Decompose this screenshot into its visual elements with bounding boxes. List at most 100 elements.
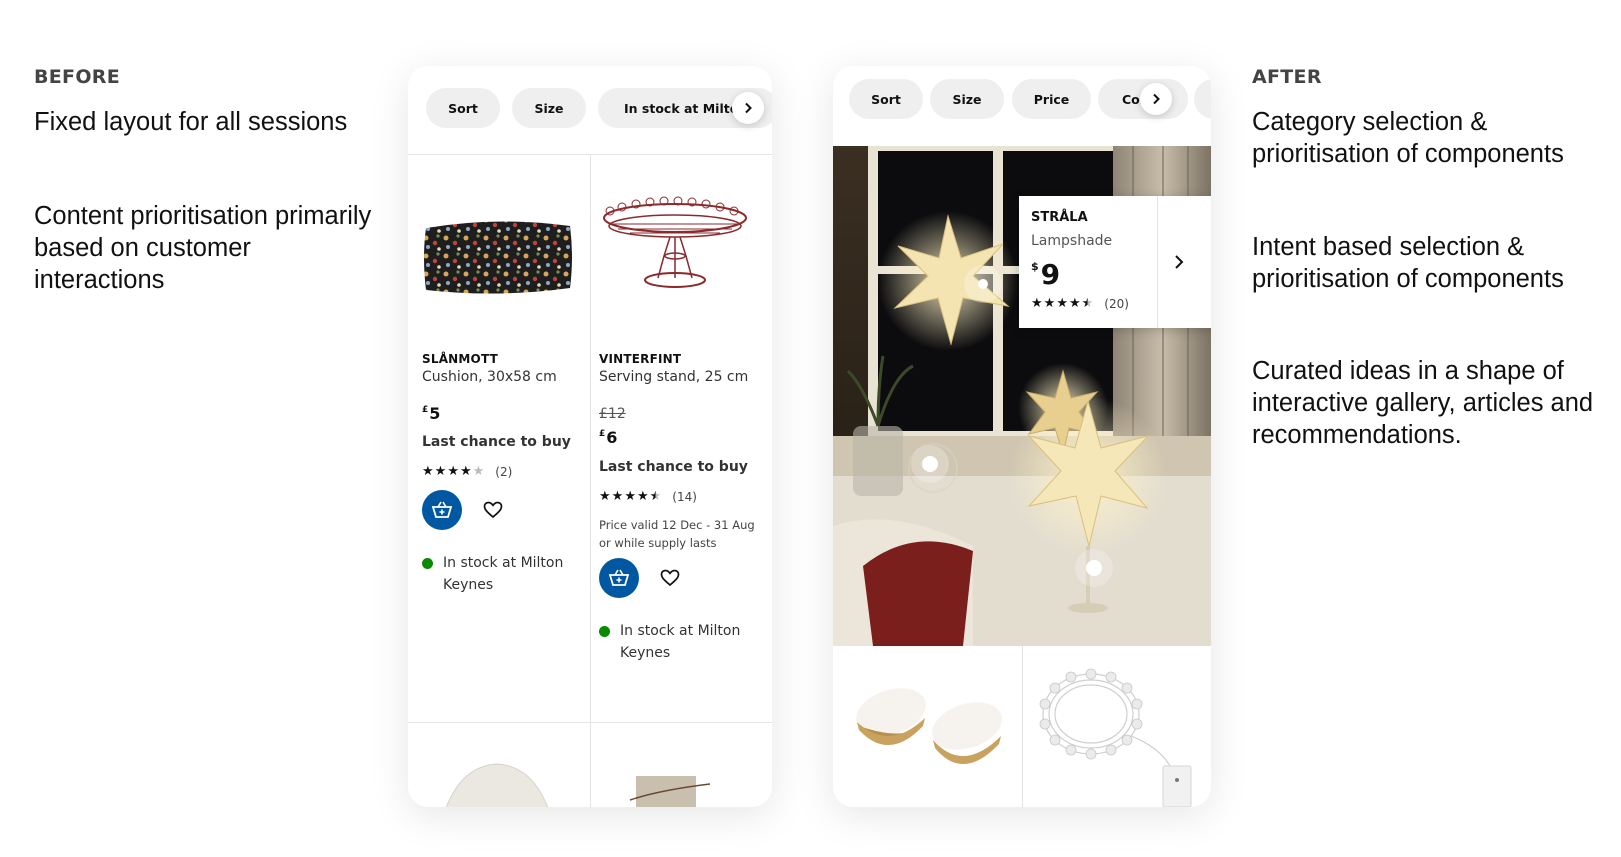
product-actions (599, 558, 681, 598)
in-stock-dot-icon (599, 626, 610, 637)
product-price: £5 (422, 404, 440, 423)
hotspot-dot-icon (1086, 560, 1102, 576)
before-text-prioritisation: Content prioritisation primarily based o… (34, 202, 372, 294)
rating-stars: ★ ★ ★ ★ ★ (2) (422, 464, 512, 479)
stock-text: In stock at Milton Keynes (620, 623, 741, 661)
stock-status: In stock at Milton Keynes (422, 552, 582, 596)
star-full-icon: ★ (434, 464, 447, 479)
product-description: Serving stand, 25 cm (599, 369, 749, 385)
after-text-curated: Curated ideas in a shape of interactive … (1252, 357, 1594, 449)
review-count: (14) (672, 489, 697, 504)
star-full-icon: ★ (447, 464, 459, 479)
product-card-cushion[interactable]: SLÅNMOTT Cushion, 30x58 cm (422, 352, 592, 385)
stock-status: In stock at Milton Keynes (599, 620, 759, 664)
currency-symbol: £ (422, 405, 429, 415)
old-price: £12 (599, 406, 626, 422)
filter-chip-bar: Sort Size In stock at Milton es (408, 66, 772, 154)
heart-icon (660, 569, 680, 587)
filter-chip-price[interactable]: Price (1012, 79, 1091, 119)
stock-text: In stock at Milton Keynes (443, 555, 564, 593)
filter-chip-sort[interactable]: Sort (426, 88, 500, 128)
star-full-icon: ★ (611, 489, 624, 504)
product-description: Cushion, 30x58 cm (422, 369, 557, 385)
filter-chip-stock-label: In stock at Milton (624, 100, 748, 116)
product-brand: SLÅNMOTT (422, 352, 499, 366)
product-image-partial[interactable] (620, 772, 720, 807)
star-full-icon: ★ (599, 489, 611, 504)
chevron-right-icon (1175, 255, 1184, 269)
grid-divider (408, 722, 772, 723)
star-full-icon: ★ (422, 464, 434, 479)
star-full-icon: ★ (1068, 296, 1081, 311)
product-image-cushion[interactable] (422, 216, 574, 298)
hotspot-marker-strala[interactable] (964, 265, 1002, 303)
product-price: $9 (1031, 258, 1060, 291)
interactive-gallery-image[interactable]: STRÅLA Lampshade $9 ★ ★ ★ ★ ★ (20) (833, 146, 1211, 646)
hotspot-dot-icon (922, 456, 938, 472)
filter-scroll-right-button[interactable] (1140, 83, 1172, 115)
price-value: 9 (1040, 258, 1061, 291)
rating-stars: ★ ★ ★ ★ ★ (20) (1031, 296, 1129, 311)
recommendation-thumb-lampshades[interactable] (845, 678, 1013, 778)
price-value: 5 (429, 404, 441, 423)
review-count: (20) (1104, 296, 1129, 311)
star-full-icon: ★ (1056, 296, 1068, 311)
basket-add-icon (608, 569, 630, 586)
star-full-icon: ★ (636, 489, 649, 504)
after-text-intent: Intent based selection & prioritisation … (1252, 233, 1564, 293)
hotspot-marker[interactable] (911, 445, 949, 483)
add-to-basket-button[interactable] (599, 558, 639, 598)
open-product-button[interactable] (1169, 250, 1189, 278)
after-description: AFTER Category selection & prioritisatio… (1252, 66, 1612, 449)
star-empty-icon: ★ (472, 464, 485, 479)
after-phone-screen: Sort Size Price Col STRÅLA Lampshade $9 … (833, 66, 1211, 807)
star-full-icon: ★ (1043, 296, 1056, 311)
before-text-fixed-layout: Fixed layout for all sessions (34, 108, 348, 136)
filter-chip-sort[interactable]: Sort (849, 79, 923, 119)
product-brand: VINTERFINT (599, 352, 682, 366)
product-image-partial[interactable] (442, 760, 552, 807)
basket-add-icon (431, 501, 453, 518)
star-full-icon: ★ (459, 464, 472, 479)
star-full-icon: ★ (1031, 296, 1043, 311)
hotspot-product-card[interactable]: STRÅLA Lampshade $9 ★ ★ ★ ★ ★ (20) (1019, 196, 1211, 328)
filter-chip-more[interactable] (1194, 79, 1211, 119)
hotspot-dot-icon (978, 279, 988, 289)
filter-chip-size[interactable]: Size (512, 88, 586, 128)
product-image-serving-stand[interactable] (600, 196, 750, 296)
star-full-icon: ★ (624, 489, 636, 504)
star-half-icon: ★ (1081, 296, 1094, 311)
grid-divider (590, 154, 591, 807)
price-validity-note: Price valid 12 Dec - 31 Aug or while sup… (599, 518, 755, 550)
currency-symbol: $ (1031, 260, 1039, 273)
currency-symbol: £ (599, 429, 606, 439)
filter-chip-bar: Sort Size Price Col (833, 66, 1211, 154)
hotspot-marker[interactable] (1075, 549, 1113, 587)
product-card-serving-stand[interactable]: VINTERFINT Serving stand, 25 cm (599, 352, 769, 385)
last-chance-badge: Last chance to buy (599, 459, 748, 475)
recommendation-thumb-light-chain[interactable] (1031, 658, 1203, 807)
favourite-heart-button[interactable] (482, 499, 504, 521)
grid-divider (1022, 646, 1023, 807)
in-stock-dot-icon (422, 558, 433, 569)
filter-scroll-right-button[interactable] (732, 92, 764, 124)
product-brand: STRÅLA (1031, 210, 1088, 225)
after-text-category: Category selection & prioritisation of c… (1252, 108, 1564, 168)
before-description: BEFORE Fixed layout for all sessions Con… (34, 66, 384, 294)
price-value: 6 (606, 428, 618, 447)
favourite-heart-button[interactable] (659, 567, 681, 589)
add-to-basket-button[interactable] (422, 490, 462, 530)
after-heading: AFTER (1252, 66, 1322, 88)
rating-stars: ★ ★ ★ ★ ★ (14) (599, 489, 697, 504)
before-phone-screen: Sort Size In stock at Milton es (408, 66, 772, 807)
review-count: (2) (495, 464, 513, 479)
chevron-right-icon (745, 102, 752, 114)
last-chance-badge: Last chance to buy (422, 434, 571, 450)
heart-icon (483, 501, 503, 519)
chevron-right-icon (1153, 93, 1160, 105)
before-heading: BEFORE (34, 66, 121, 88)
filter-chip-size[interactable]: Size (930, 79, 1004, 119)
card-divider (1157, 196, 1158, 328)
product-price: £6 (599, 428, 617, 447)
product-description: Lampshade (1031, 233, 1113, 249)
